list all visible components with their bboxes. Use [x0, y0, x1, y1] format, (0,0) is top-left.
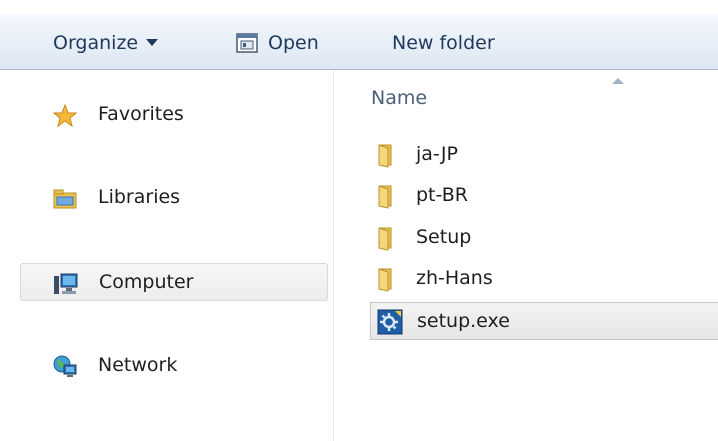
sort-ascending-icon: [612, 78, 624, 84]
nav-label-network: Network: [98, 354, 178, 376]
list-item-label: setup.exe: [417, 310, 510, 332]
list-item[interactable]: ja-JP: [370, 136, 718, 174]
list-item-label: zh-Hans: [416, 267, 493, 289]
list-item-label: pt-BR: [416, 184, 468, 206]
folder-icon: [376, 142, 402, 168]
navigation-pane: Favorites Libraries Computer Network: [0, 70, 334, 441]
folder-icon: [376, 183, 402, 209]
new-folder-button[interactable]: New folder: [392, 28, 495, 58]
nav-item-computer[interactable]: Computer: [20, 263, 328, 301]
nav-item-network[interactable]: Network: [20, 347, 328, 385]
command-toolbar: Organize Open New folder: [0, 0, 718, 70]
column-header-name[interactable]: Name: [371, 87, 427, 109]
folder-icon: [376, 225, 402, 251]
nav-label-libraries: Libraries: [98, 186, 181, 208]
chevron-down-icon: [146, 39, 159, 46]
nav-item-libraries[interactable]: Libraries: [20, 179, 328, 217]
list-item[interactable]: Setup: [370, 219, 718, 257]
star-icon: [52, 103, 78, 128]
file-list-pane: Name ja-JP pt-BR Setup zh-Hans setup.exe: [334, 70, 718, 441]
open-window-icon: [236, 32, 258, 63]
open-button[interactable]: Open: [236, 28, 319, 58]
setup-exe-icon: [377, 309, 403, 335]
organize-label: Organize: [53, 32, 139, 54]
folder-icon: [376, 266, 402, 292]
nav-label-favorites: Favorites: [98, 103, 184, 125]
list-item[interactable]: pt-BR: [370, 177, 718, 215]
list-item-label: ja-JP: [416, 143, 458, 165]
organize-button[interactable]: Organize: [53, 28, 159, 58]
computer-icon: [54, 272, 78, 296]
nav-label-computer: Computer: [99, 271, 194, 293]
network-icon: [53, 355, 77, 379]
list-item[interactable]: zh-Hans: [370, 260, 718, 298]
library-icon: [53, 187, 77, 211]
new-folder-label: New folder: [392, 32, 495, 54]
open-label: Open: [268, 32, 319, 54]
list-item-selected[interactable]: setup.exe: [370, 302, 718, 340]
list-item-label: Setup: [416, 226, 472, 248]
nav-item-favorites[interactable]: Favorites: [20, 96, 328, 134]
